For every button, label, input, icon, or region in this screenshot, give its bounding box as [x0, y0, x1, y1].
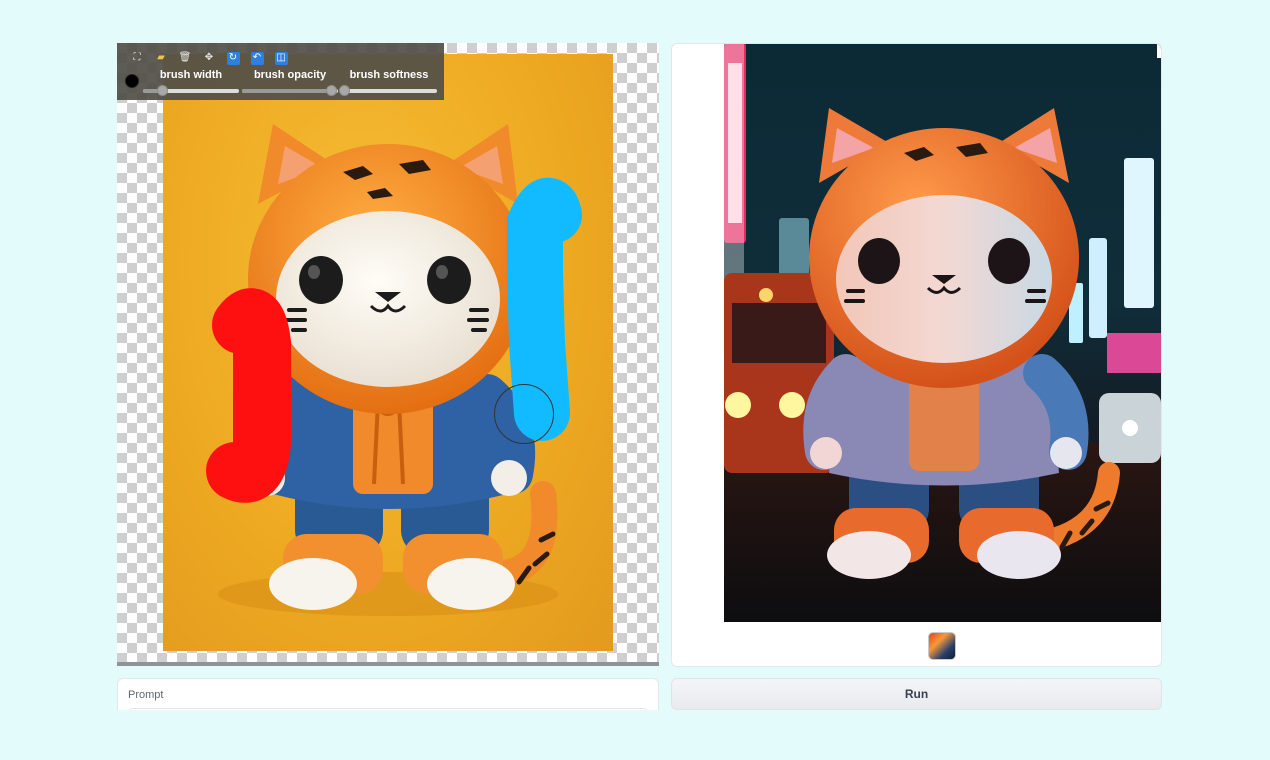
gallery-corner: [1157, 44, 1161, 58]
run-button[interactable]: Run: [671, 678, 1162, 710]
undo-button[interactable]: ↶: [245, 47, 269, 69]
brush-opacity-fill: [242, 89, 332, 93]
blue-brush-stroke: [507, 177, 582, 441]
drawn-strokes: [206, 177, 582, 503]
gallery-thumbnail[interactable]: [928, 632, 956, 660]
brush-opacity-label: brush opacity: [253, 69, 327, 81]
neon-city-cat-illustration: [724, 44, 1161, 622]
brush-softness-thumb[interactable]: [338, 85, 350, 96]
brush-width-thumb[interactable]: [157, 85, 169, 96]
sketch-canvas[interactable]: ⛶ ▰ 🗑 ✥ ↻ ↶ ◫ brush width brush opacity brush …: [117, 43, 659, 666]
brush-opacity-slider[interactable]: brush opacity: [242, 67, 338, 97]
trash-icon: 🗑: [178, 52, 192, 63]
brush-width-slider[interactable]: brush width: [143, 67, 239, 97]
toolbar-icons: ⛶ ▰ 🗑 ✥ ↻ ↶ ◫: [125, 47, 293, 69]
red-brush-stroke: [206, 288, 291, 503]
refresh-icon: ↻: [226, 51, 240, 65]
output-gallery: [671, 43, 1162, 667]
open-folder-button[interactable]: ▰: [149, 47, 173, 69]
canvas-toolbar: ⛶ ▰ 🗑 ✥ ↻ ↶ ◫ brush width brush opacity brush …: [117, 43, 444, 100]
brush-softness-label: brush softness: [349, 69, 429, 81]
move-button[interactable]: ✥: [197, 47, 221, 69]
crop-button[interactable]: ◫: [269, 47, 293, 69]
trash-button[interactable]: 🗑: [173, 47, 197, 69]
brush-softness-track[interactable]: [338, 85, 437, 96]
brush-softness-slider[interactable]: brush softness: [338, 67, 437, 97]
brush-width-label: brush width: [159, 69, 223, 81]
page-background: [0, 710, 1270, 760]
brush-opacity-thumb[interactable]: [326, 85, 338, 96]
refresh-button[interactable]: ↻: [221, 47, 245, 69]
move-icon: ✥: [204, 52, 214, 63]
brush-opacity-track[interactable]: [242, 85, 338, 96]
fullscreen-icon: ⛶: [133, 52, 141, 63]
canvas-resize-bar[interactable]: [117, 662, 659, 666]
brush-cursor: [494, 384, 554, 444]
brush-width-track[interactable]: [143, 85, 239, 96]
crop-icon: ◫: [274, 51, 288, 65]
brush-color-picker[interactable]: [125, 74, 139, 88]
fullscreen-button[interactable]: ⛶: [125, 47, 149, 69]
prompt-label: Prompt: [128, 689, 164, 701]
undo-icon: ↶: [250, 51, 264, 65]
open-folder-icon: ▰: [157, 52, 165, 63]
generated-image[interactable]: [724, 44, 1161, 622]
